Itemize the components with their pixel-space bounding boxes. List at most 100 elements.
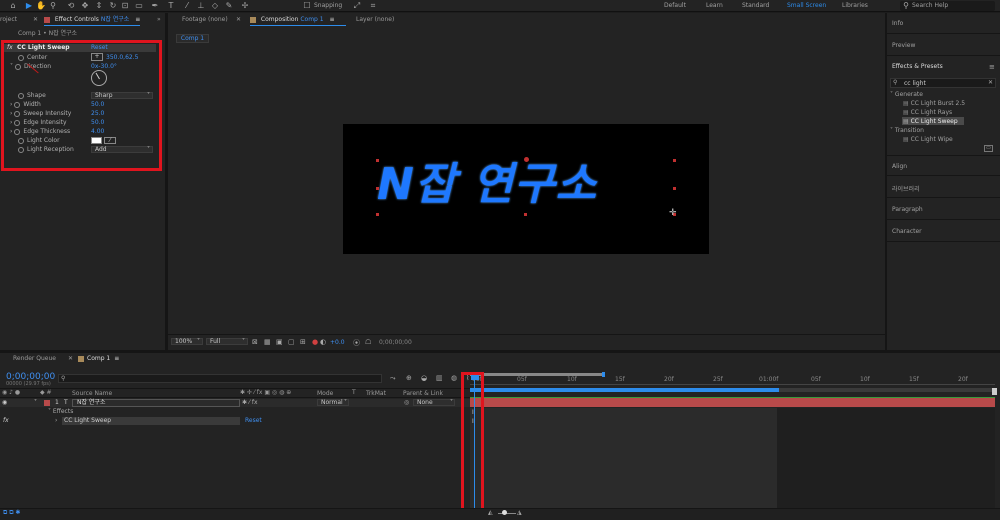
end-marker-icon[interactable] <box>992 388 997 395</box>
grid-guides-icon[interactable]: ⊞ <box>300 338 306 346</box>
layer-handle[interactable] <box>376 187 379 190</box>
dolly-tool-icon[interactable]: ⇕ <box>94 1 104 11</box>
zoom-dropdown[interactable]: 100% ˅ <box>171 338 203 345</box>
panel-menu-icon[interactable]: ≡ <box>330 16 335 23</box>
pen-tool-icon[interactable]: ✒ <box>150 1 160 11</box>
camera-tool-icon[interactable]: ⊡ <box>120 1 130 11</box>
eye-icon[interactable]: ◉ <box>2 399 7 406</box>
layer-handle[interactable] <box>673 187 676 190</box>
workspace-learn[interactable]: Learn <box>706 2 723 9</box>
zoom-out-icon[interactable]: ◭ <box>488 509 493 516</box>
effect-item-light-burst[interactable]: ▤ CC Light Burst 2.5 <box>903 100 965 107</box>
layer-parent-dropdown[interactable]: None ˅ <box>413 399 455 406</box>
workspace-default[interactable]: Default <box>664 2 686 9</box>
paragraph-panel-title[interactable]: Paragraph <box>892 206 923 213</box>
pan-tool-icon[interactable]: ✥ <box>80 1 90 11</box>
mask-tool-icon[interactable]: ▭ <box>134 1 144 11</box>
new-folder-icon[interactable]: ▭ <box>984 145 993 152</box>
panel-menu-icon[interactable]: ≡ <box>135 16 140 23</box>
hand-tool-icon[interactable]: ✋ <box>36 1 46 11</box>
zoom-slider-knob[interactable] <box>502 510 507 515</box>
tab-layer[interactable]: Layer (none) <box>356 13 394 27</box>
layer-handle[interactable] <box>673 159 676 162</box>
zoom-slider[interactable] <box>498 513 516 514</box>
layer-handle[interactable] <box>524 213 527 216</box>
category-transition[interactable]: ˅ Transition <box>890 127 924 134</box>
tab-footage[interactable]: Footage (none) <box>182 13 228 27</box>
exposure-icon[interactable]: ◐ <box>320 338 326 346</box>
timeline-effect-name[interactable]: CC Light Sweep <box>62 417 240 425</box>
zoom-tool-icon[interactable]: ⚲ <box>48 1 58 11</box>
layer-handle[interactable] <box>524 157 529 162</box>
viewer-timecode[interactable]: 0;00;00;00 <box>379 339 412 346</box>
eraser-tool-icon[interactable]: ◇ <box>210 1 220 11</box>
info-panel-title[interactable]: Info <box>892 20 903 27</box>
transparency-grid-icon[interactable]: ▦ <box>264 338 271 346</box>
workspace-small-screen[interactable]: Small Screen <box>787 2 826 9</box>
snapshot-icon[interactable]: ⦿ <box>353 338 360 348</box>
libraries-panel-title[interactable]: 라이브러리 <box>892 184 920 193</box>
show-snapshot-icon[interactable]: ☖ <box>365 338 371 346</box>
preview-panel-title[interactable]: Preview <box>892 42 915 49</box>
clone-stamp-icon[interactable]: ⊥ <box>196 1 206 11</box>
chevron-down-icon[interactable]: ˅ <box>34 399 37 406</box>
chevron-right-icon[interactable]: › <box>55 417 57 424</box>
search-help-input[interactable]: Search Help <box>900 1 995 11</box>
layer-handle[interactable] <box>376 159 379 162</box>
channel-icon[interactable]: ● <box>312 338 318 346</box>
snap-center-icon[interactable]: ⌗ <box>368 1 378 11</box>
effect-item-light-rays[interactable]: ▤ CC Light Rays <box>903 109 952 116</box>
preserve-transparency-icon[interactable]: T <box>352 389 356 396</box>
zoom-in-icon[interactable]: ◮ <box>517 509 522 516</box>
layer-switch-icons[interactable]: ✱ ⁄ fx <box>242 399 258 406</box>
panel-menu-icon[interactable]: ≡ <box>989 63 995 71</box>
fast-preview-icon[interactable]: ⊠ <box>252 338 258 346</box>
tab-comp-1[interactable]: Comp 1 ≡ <box>78 355 119 362</box>
effects-group-row[interactable]: ˅ Effects <box>48 408 73 415</box>
timeline-search-input[interactable]: ⚲ <box>58 374 382 383</box>
effects-presets-title[interactable]: Effects & Presets <box>892 63 943 70</box>
layer-mode-dropdown[interactable]: Normal ˅ <box>317 399 349 406</box>
effect-item-light-sweep[interactable]: ▤ CC Light Sweep <box>903 118 958 125</box>
timeline-effect-reset[interactable]: Reset <box>245 417 262 424</box>
orbit-tool-icon[interactable]: ⟲ <box>66 1 76 11</box>
center-crosshair-icon[interactable]: ✛ <box>669 208 677 218</box>
canvas-text-layer[interactable]: N잡 연구소 <box>377 148 597 212</box>
draft-3d-icon[interactable]: ⊕ <box>406 374 412 382</box>
pickwhip-icon[interactable]: ◎ <box>404 399 409 406</box>
label-column-icon[interactable]: ◆ # <box>40 389 52 396</box>
col-trkmat[interactable]: TrkMat <box>366 390 386 397</box>
clear-search-icon[interactable]: ✕ <box>988 79 993 86</box>
comp-breadcrumb[interactable]: Comp 1 <box>176 34 209 43</box>
frame-blending-icon[interactable]: ▥ <box>436 374 443 382</box>
workspace-standard[interactable]: Standard <box>742 2 769 9</box>
layer-switches-icon[interactable]: ✱ ✢ ⁄ fx ▣ ◎ ◍ ⊕ <box>240 389 291 396</box>
close-icon[interactable]: ✕ <box>236 13 241 27</box>
effects-search-input[interactable]: ⚲ cc light ✕ <box>890 78 996 88</box>
comp-mini-flowchart-icon[interactable]: ⤳ <box>390 374 396 383</box>
motion-blur-icon[interactable]: ◍ <box>451 374 457 382</box>
rotate-tool-icon[interactable]: ↻ <box>108 1 118 11</box>
selection-tool-icon[interactable]: ▶ <box>24 1 34 11</box>
layer-label-swatch[interactable] <box>44 400 50 406</box>
layer-duration-bar[interactable] <box>470 398 995 407</box>
tab-project[interactable]: roject <box>0 13 17 27</box>
close-icon[interactable]: ✕ <box>68 355 73 362</box>
col-parent-link[interactable]: Parent & Link <box>403 390 443 397</box>
workspace-libraries[interactable]: Libraries <box>842 2 868 9</box>
home-icon[interactable]: ⌂ <box>8 1 18 11</box>
text-tool-icon[interactable]: T <box>166 1 176 11</box>
toggle-switches-icons[interactable]: ⧉ ⧉ ✱ <box>3 509 20 517</box>
align-panel-title[interactable]: Align <box>892 163 907 170</box>
layer-name[interactable]: N잡 연구소 <box>72 399 240 407</box>
roto-brush-icon[interactable]: ✎ <box>224 1 234 11</box>
shy-layers-icon[interactable]: ◒ <box>421 374 427 382</box>
comp-canvas[interactable]: N잡 연구소 ✛ <box>343 124 709 254</box>
comp-duration-bar[interactable] <box>470 388 779 392</box>
resolution-dropdown[interactable]: Full ˅ <box>206 338 248 345</box>
fx-icon[interactable]: fx <box>3 417 9 424</box>
col-source-name[interactable]: Source Name <box>72 390 112 397</box>
work-area-bar[interactable] <box>470 373 603 376</box>
exposure-value[interactable]: +0.0 <box>330 339 345 346</box>
brush-tool-icon[interactable]: ⁄ <box>182 1 192 11</box>
